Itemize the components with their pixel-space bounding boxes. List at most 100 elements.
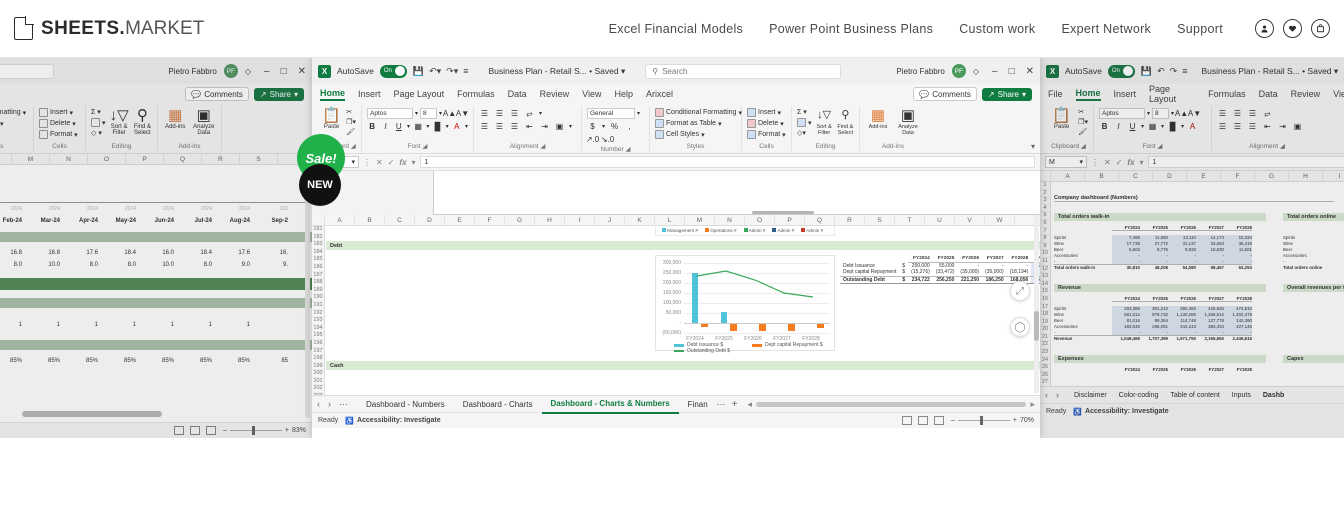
table-cell[interactable]: 2,195,650 <box>1196 335 1224 341</box>
row-header[interactable]: 201 <box>312 378 324 386</box>
clear-button[interactable]: ◇ ▾ <box>91 129 106 137</box>
page-break-button[interactable] <box>933 416 944 425</box>
cell[interactable]: 2024 <box>180 206 218 212</box>
column-header[interactable]: F <box>475 215 505 225</box>
cell[interactable]: Feb-24 <box>0 218 28 224</box>
table-cell[interactable]: 256,250 <box>932 275 958 284</box>
column-header[interactable]: S <box>865 215 895 225</box>
comments-button[interactable]: 💬 Comments <box>913 87 977 101</box>
table-cell[interactable]: 54,080 <box>1168 264 1196 270</box>
cut-button[interactable]: ✂ <box>1078 108 1088 116</box>
italic-button[interactable]: I <box>380 121 390 132</box>
cell[interactable]: Sep-2 <box>256 218 294 224</box>
more-options-icon[interactable]: ⋮ <box>1091 158 1099 167</box>
comments-button[interactable]: 💬 Comments <box>185 87 249 101</box>
insert-function-icon[interactable]: fx <box>1127 158 1134 167</box>
redo-icon[interactable]: ↷▾ <box>446 66 458 77</box>
cart-icon[interactable] <box>1311 19 1330 38</box>
font-size-select[interactable]: 8 <box>1152 108 1170 119</box>
row-header[interactable]: 192 <box>312 310 324 318</box>
tab-view[interactable]: View <box>582 89 601 99</box>
increase-font-size-button[interactable]: A▲ <box>443 108 456 119</box>
sheet-tab-disclaimer[interactable]: Disclaimer <box>1068 387 1113 404</box>
cell[interactable]: 202 <box>256 206 294 212</box>
row-header[interactable]: 9 <box>1040 243 1050 251</box>
delete-cells-button[interactable]: Delete ▾ <box>747 119 786 128</box>
table-cell[interactable]: 2,446,615 <box>1224 335 1252 341</box>
table-cell[interactable]: 30,810 <box>1112 264 1140 270</box>
table-cell[interactable]: (33,472) <box>933 269 958 276</box>
italic-button[interactable]: I <box>1113 121 1124 132</box>
row-header[interactable]: 24 <box>1040 357 1050 365</box>
previous-sheet-button[interactable]: ‹ <box>1045 390 1048 400</box>
analyze-data-button[interactable]: ▣ Analyze Data <box>895 108 921 136</box>
sheet-tab-dashboard-charts-numbers[interactable]: Dashboard - Charts & Numbers <box>541 395 679 414</box>
cell[interactable]: 16. <box>256 250 294 256</box>
row-header[interactable]: 8 <box>1040 235 1050 243</box>
cell[interactable]: 2024 <box>0 206 28 212</box>
cell[interactable]: 18.4 <box>180 250 218 256</box>
accessibility-status[interactable]: ♿ Accessibility: Investigate <box>1073 408 1168 416</box>
sheet-horizontal-scrollbar[interactable] <box>756 401 1027 407</box>
cut-button[interactable]: ✂ <box>346 108 356 116</box>
nav-item-support[interactable]: Support <box>1177 22 1223 36</box>
column-header[interactable]: H <box>1289 171 1323 181</box>
format-as-table-button[interactable]: as Table ▾ <box>0 119 26 128</box>
cell[interactable]: 85% <box>66 358 104 364</box>
next-sheet-button[interactable]: › <box>1056 390 1059 400</box>
more-options-icon[interactable]: ⋮ <box>363 158 371 167</box>
column-header[interactable]: B <box>1085 171 1119 181</box>
column-header[interactable]: R <box>202 154 240 164</box>
minimize-button[interactable]: – <box>992 66 998 77</box>
row-header[interactable]: 186 <box>312 264 324 272</box>
undo-icon[interactable]: ↶▾ <box>429 66 441 77</box>
find-select-button[interactable]: ⚲ Find & Select <box>133 108 152 136</box>
cell[interactable]: 8.0 <box>104 262 142 268</box>
decrease-indent-button[interactable]: ⇤ <box>524 121 535 132</box>
cell[interactable]: 10.0 <box>142 262 180 268</box>
nav-item-excel-financial-models[interactable]: Excel Financial Models <box>609 22 743 36</box>
column-header[interactable]: D <box>1153 171 1187 181</box>
tab-insert[interactable]: Insert <box>358 89 381 99</box>
tab-view[interactable]: View <box>1333 89 1344 99</box>
table-cell[interactable]: 250,000 <box>908 262 933 269</box>
column-header[interactable]: T <box>895 215 925 225</box>
cell[interactable]: 85% <box>142 358 180 364</box>
share-button[interactable]: ↗ Share ▾ <box>253 87 304 101</box>
sheet-tab-table-of-content[interactable]: Table of content <box>1164 387 1225 404</box>
tab-insert[interactable]: Insert <box>1114 89 1137 99</box>
more-sheets-icon[interactable]: ⋯ <box>717 399 726 410</box>
table-cell[interactable]: 63,253 <box>1224 264 1252 270</box>
redo-icon[interactable]: ↷ <box>1170 66 1178 77</box>
borders-button[interactable]: ▦ <box>413 121 423 132</box>
row-header[interactable]: 6 <box>1040 220 1050 228</box>
row-header[interactable]: 13 <box>1040 273 1050 281</box>
column-header[interactable]: G <box>505 215 535 225</box>
tab-help[interactable]: Help <box>614 89 633 99</box>
cell[interactable]: 16.8 <box>28 250 66 256</box>
cell[interactable]: Aug-24 <box>218 218 256 224</box>
sheet-tab-dashboard[interactable]: Dashb <box>1257 387 1290 404</box>
chevron-down-icon[interactable]: ▾ <box>412 158 416 167</box>
cell[interactable]: Jul-24 <box>180 218 218 224</box>
row-header[interactable]: 14 <box>1040 281 1050 289</box>
column-header[interactable]: O <box>88 154 126 164</box>
previous-sheet-button[interactable]: ‹ <box>317 399 320 410</box>
row-header[interactable]: 20 <box>1040 326 1050 334</box>
site-logo[interactable]: SHEETS.MARKET <box>14 16 204 40</box>
table-cell[interactable]: (35,000) <box>982 269 1007 276</box>
excel-left-grid[interactable]: LMNOPQRS 2024202420242024202420242024202… <box>0 154 312 435</box>
cell[interactable]: Mar-24 <box>28 218 66 224</box>
row-header[interactable]: 190 <box>312 294 324 302</box>
table-cell[interactable]: 1,971,750 <box>1168 335 1196 341</box>
cell[interactable]: 8.0 <box>0 262 28 268</box>
excel-center-grid[interactable]: ABCDEFGHIJKLMNOPQRSTUVW 181 182 183 184 185 1… <box>312 171 1040 395</box>
wishlist-heart-icon[interactable] <box>1283 19 1302 38</box>
cell[interactable]: Jun-24 <box>142 218 180 224</box>
sheet-tab-finan[interactable]: Finan <box>679 396 717 413</box>
tab-formulas[interactable]: Formulas <box>457 89 495 99</box>
column-header[interactable]: D <box>415 215 445 225</box>
row-header[interactable]: 16 <box>1040 296 1050 304</box>
paste-button[interactable]: 📋 Paste <box>1049 108 1074 130</box>
column-header[interactable]: W <box>985 215 1015 225</box>
